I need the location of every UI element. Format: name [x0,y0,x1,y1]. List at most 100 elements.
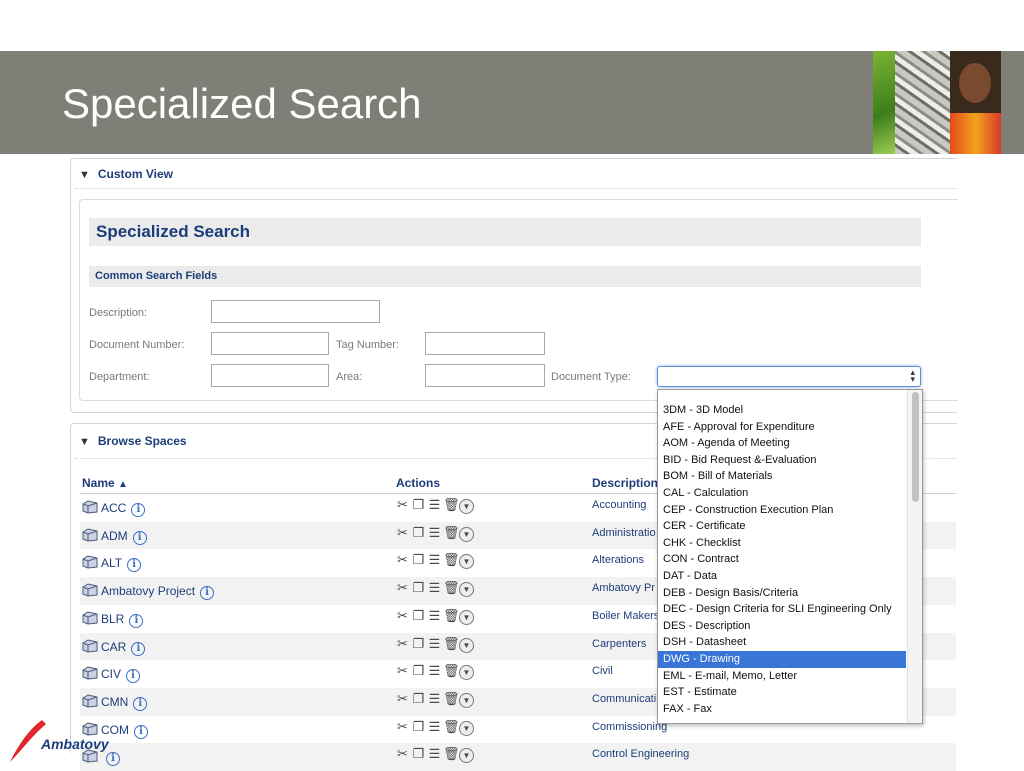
scrollbar-thumb[interactable] [912,392,919,502]
tag-number-field[interactable] [425,332,545,355]
delete-icon[interactable]: 🗑 [443,745,460,762]
copy-icon[interactable]: ❐ [411,745,426,762]
dropdown-option[interactable]: CER - Certificate [658,518,906,535]
cut-icon[interactable]: ✂ [395,745,410,762]
dropdown-option[interactable]: BID - Bid Request &-Evaluation [658,452,906,469]
cut-icon[interactable]: ✂ [395,524,410,541]
copy-icon[interactable]: ❐ [411,524,426,541]
dropdown-option[interactable]: CON - Contract [658,551,906,568]
more-actions-icon[interactable]: ▼ [459,609,474,625]
dropdown-scrollbar[interactable] [907,390,922,723]
delete-icon[interactable]: 🗑 [443,496,460,513]
space-name-cell[interactable]: ALT i [82,555,142,573]
copy-icon[interactable]: ❐ [411,718,426,735]
details-icon[interactable]: ☰ [427,524,442,541]
info-icon[interactable]: i [126,669,141,684]
info-icon[interactable]: i [127,558,142,573]
name-column-header[interactable]: Name ▲ [82,476,128,490]
copy-icon[interactable]: ❐ [411,662,426,679]
details-icon[interactable]: ☰ [427,718,442,735]
more-actions-icon[interactable]: ▼ [459,692,474,708]
more-actions-icon[interactable]: ▼ [459,499,474,514]
details-icon[interactable]: ☰ [427,579,442,596]
delete-icon[interactable]: 🗑 [443,690,460,707]
cut-icon[interactable]: ✂ [395,496,410,513]
description-column-header[interactable]: Description [592,476,658,490]
details-icon[interactable]: ☰ [427,551,442,568]
info-icon[interactable]: i [129,613,144,628]
description-field[interactable] [211,300,380,323]
info-icon[interactable]: i [134,724,148,739]
space-name-cell[interactable]: ACC i [82,500,146,517]
dropdown-option[interactable]: DAT - Data [658,568,906,585]
space-name-link[interactable]: CIV [101,667,121,681]
copy-icon[interactable]: ❐ [411,607,426,624]
space-name-cell[interactable]: Ambatovy Project i [82,583,215,601]
space-name-cell[interactable]: CMN i [82,694,148,711]
document-number-field[interactable] [211,332,329,355]
delete-icon[interactable]: 🗑 [443,551,460,568]
collapse-triangle-icon[interactable]: ▼ [79,169,90,181]
collapse-triangle-icon[interactable]: ▼ [79,436,90,448]
info-icon[interactable]: i [131,503,146,517]
copy-icon[interactable]: ❐ [411,690,426,707]
space-name-link[interactable]: ADM [101,529,128,543]
area-field[interactable] [425,364,545,387]
cut-icon[interactable]: ✂ [395,690,410,707]
dropdown-option[interactable]: FAX - Fax [658,701,906,718]
copy-icon[interactable]: ❐ [411,635,426,652]
dropdown-option[interactable]: EML - E-mail, Memo, Letter [658,668,906,685]
delete-icon[interactable]: 🗑 [443,718,460,735]
more-actions-icon[interactable]: ▼ [459,554,474,570]
space-name-cell[interactable]: CIV i [82,666,141,684]
cut-icon[interactable]: ✂ [395,579,410,596]
dropdown-option[interactable]: AOM - Agenda of Meeting [658,435,906,452]
space-name-link[interactable]: BLR [101,612,124,626]
dropdown-option[interactable]: CHK - Checklist [658,535,906,552]
dropdown-option[interactable]: DEB - Design Basis/Criteria [658,585,906,602]
space-name-cell[interactable]: ADM i [82,528,147,545]
dropdown-option[interactable]: CAL - Calculation [658,485,906,502]
cut-icon[interactable]: ✂ [395,718,410,735]
document-type-dropdown[interactable]: 3DM - 3D Model AFE - Approval for Expendi… [657,389,923,724]
details-icon[interactable]: ☰ [427,690,442,707]
details-icon[interactable]: ☰ [427,745,442,762]
copy-icon[interactable]: ❐ [411,496,426,513]
space-name-cell[interactable]: CAR i [82,638,146,656]
more-actions-icon[interactable]: ▼ [459,526,474,542]
dropdown-option[interactable]: BOM - Bill of Materials [658,468,906,485]
document-type-select[interactable]: ▴ ▾ [657,366,921,387]
delete-icon[interactable]: 🗑 [443,635,460,652]
cut-icon[interactable]: ✂ [395,551,410,568]
details-icon[interactable]: ☰ [427,635,442,652]
details-icon[interactable]: ☰ [427,496,442,513]
details-icon[interactable]: ☰ [427,607,442,624]
space-name-link[interactable]: CMN [101,695,128,709]
copy-icon[interactable]: ❐ [411,551,426,568]
cut-icon[interactable]: ✂ [395,607,410,624]
dropdown-option[interactable]: CEP - Construction Execution Plan [658,502,906,519]
browse-spaces-toggle[interactable]: ▼ Browse Spaces [79,434,187,448]
more-actions-icon[interactable]: ▼ [459,582,474,598]
more-actions-icon[interactable]: ▼ [459,637,474,653]
dropdown-option[interactable]: DEC - Design Criteria for SLI Engineerin… [658,601,906,618]
dropdown-option[interactable]: 3DM - 3D Model [658,402,906,419]
details-icon[interactable]: ☰ [427,662,442,679]
delete-icon[interactable]: 🗑 [443,524,460,541]
cut-icon[interactable]: ✂ [395,635,410,652]
table-row[interactable]: i ✂ ❐ ☰ 🗑 ▼ Control Engineering [80,743,956,771]
more-actions-icon[interactable]: ▼ [459,720,474,736]
more-actions-icon[interactable]: ▼ [459,748,474,764]
department-field[interactable] [211,364,329,387]
info-icon[interactable]: i [131,641,146,656]
space-name-link[interactable]: Ambatovy Project [101,584,195,598]
info-icon[interactable]: i [133,696,148,711]
space-name-link[interactable]: ACC [101,501,126,515]
dropdown-option[interactable]: DSH - Datasheet [658,634,906,651]
dropdown-option[interactable]: DWG - Drawing [658,651,906,668]
custom-view-toggle[interactable]: ▼ Custom View [79,167,173,181]
info-icon[interactable]: i [200,586,215,601]
delete-icon[interactable]: 🗑 [443,607,460,624]
cut-icon[interactable]: ✂ [395,662,410,679]
copy-icon[interactable]: ❐ [411,579,426,596]
